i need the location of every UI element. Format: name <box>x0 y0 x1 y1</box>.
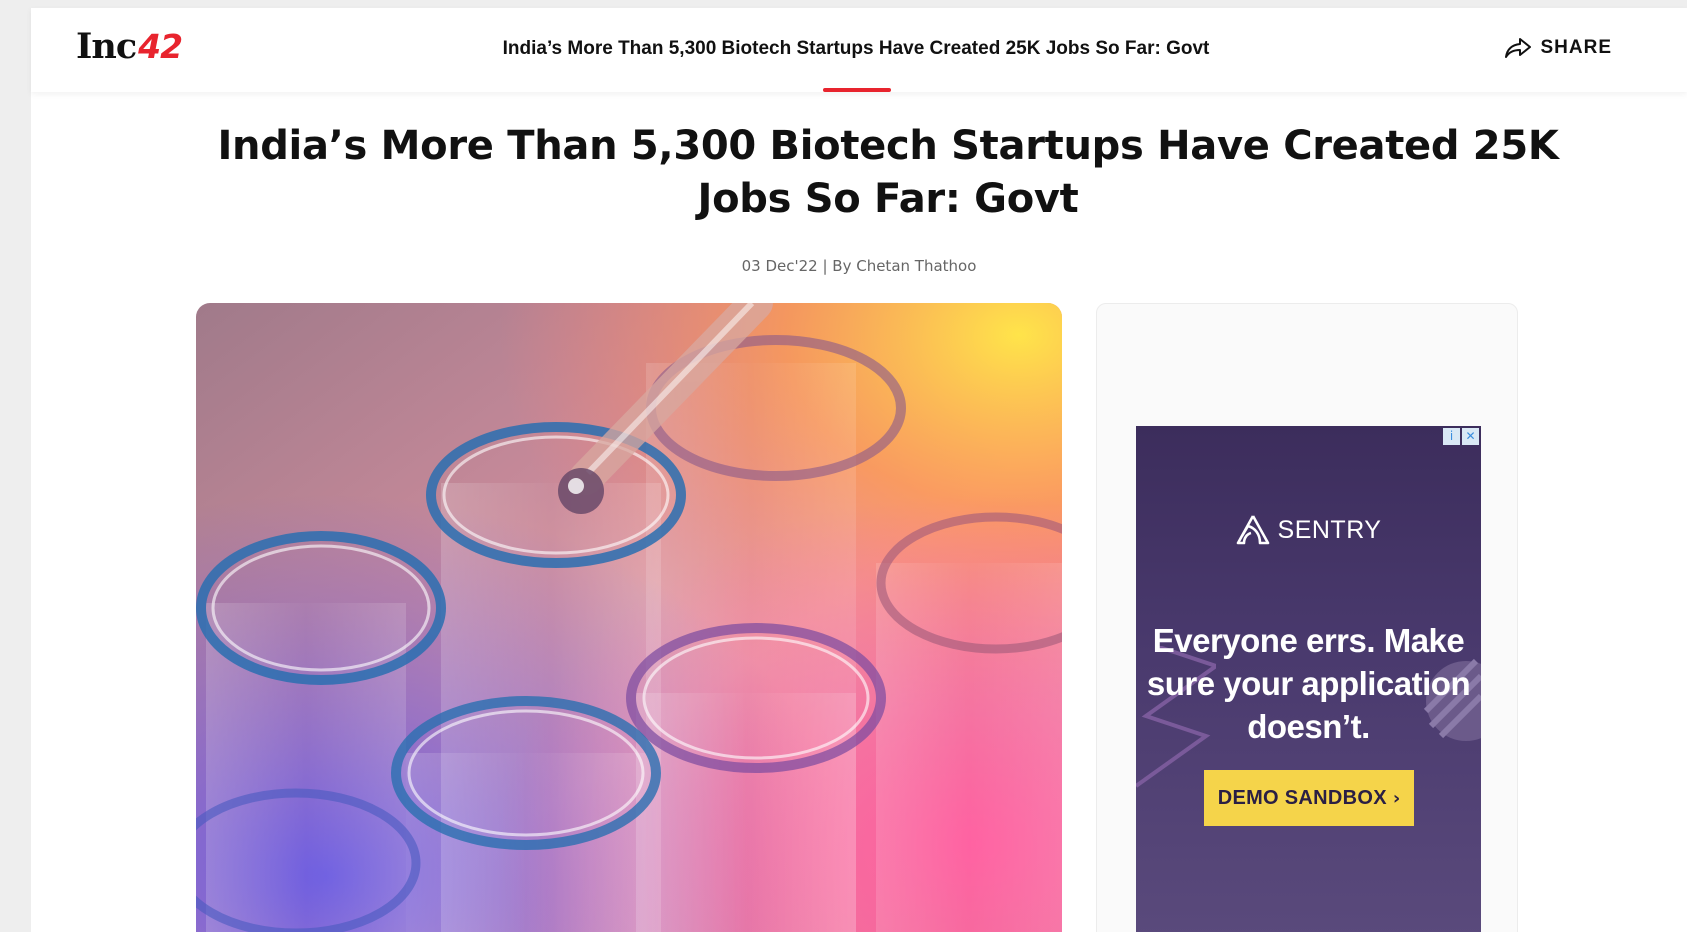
ad-choices: i ✕ <box>1443 428 1479 445</box>
share-arrow-icon <box>1505 38 1532 58</box>
ad-sidebar: i ✕ SENTRY Everyone errs. Make sure your… <box>1096 303 1518 932</box>
share-button[interactable]: SHARE <box>1504 36 1612 60</box>
logo-text: Inc <box>76 25 137 67</box>
ad-close-icon[interactable]: ✕ <box>1462 428 1479 445</box>
article-title: India’s More Than 5,300 Biotech Startups… <box>217 123 1559 222</box>
test-tubes-image <box>196 303 1062 932</box>
demo-sandbox-label: DEMO SANDBOX <box>1217 786 1387 809</box>
sentry-brand-name: SENTRY <box>1277 515 1382 544</box>
ad-headline: Everyone errs. Make sure your applicatio… <box>1146 622 1471 745</box>
inc42-logo[interactable]: Inc 42 <box>76 25 183 67</box>
reading-progress-bar <box>823 88 891 92</box>
sentry-glyph-icon <box>1236 515 1269 545</box>
article-meta: 03 Dec'22 | By Chetan Thathoo <box>741 257 977 275</box>
hero-image <box>196 303 1062 932</box>
chevron-right-icon: › <box>1392 787 1401 809</box>
logo-number: 42 <box>138 26 183 66</box>
ad-info-icon[interactable]: i <box>1443 428 1460 445</box>
page: Inc 42 India’s More Than 5,300 Biotech St… <box>31 8 1687 932</box>
share-label: SHARE <box>1540 37 1612 58</box>
header-article-title: India’s More Than 5,300 Biotech Startups… <box>502 38 1210 59</box>
sentry-ad[interactable]: i ✕ SENTRY Everyone errs. Make sure your… <box>1136 426 1481 932</box>
demo-sandbox-button[interactable]: DEMO SANDBOX › <box>1204 770 1414 826</box>
sticky-header: Inc 42 India’s More Than 5,300 Biotech St… <box>31 8 1687 92</box>
sentry-logo: SENTRY <box>1136 514 1481 546</box>
